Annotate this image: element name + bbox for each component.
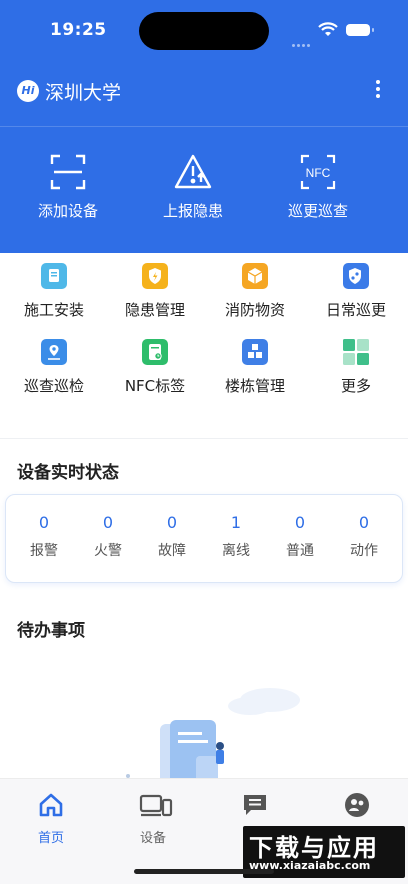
hazard-shield-icon bbox=[142, 263, 168, 289]
patrol-shield-icon bbox=[343, 263, 369, 289]
report-hazard-button[interactable]: 上报隐患 bbox=[133, 148, 253, 221]
tab-devices[interactable]: 设备 bbox=[102, 791, 204, 846]
function-grid: 施工安装 隐患管理 消防物资 日常巡更 巡查巡检 NFC标签 楼栋管理 更多 bbox=[0, 253, 408, 438]
building-cubes-icon bbox=[242, 339, 268, 365]
stat-fault[interactable]: 0 故障 bbox=[140, 513, 204, 560]
menu-item-inspection[interactable]: 巡查巡检 bbox=[3, 339, 105, 396]
menu-item-nfc-tag[interactable]: NFC标签 bbox=[104, 339, 206, 396]
menu-item-more[interactable]: 更多 bbox=[305, 339, 407, 396]
patrol-inspection-label: 巡更巡查 bbox=[287, 202, 348, 220]
wifi-icon bbox=[318, 22, 338, 42]
warning-upload-icon bbox=[173, 152, 213, 192]
menu-item-fire-supplies[interactable]: 消防物资 bbox=[204, 263, 306, 320]
stat-label: 故障 bbox=[158, 543, 186, 559]
message-icon bbox=[241, 791, 269, 819]
app-logo-badge: Hi bbox=[17, 80, 39, 102]
menu-label: 楼栋管理 bbox=[224, 377, 285, 395]
tab-profile[interactable] bbox=[306, 791, 408, 827]
scan-icon bbox=[48, 152, 88, 192]
stat-label: 火警 bbox=[94, 543, 122, 559]
home-indicator bbox=[134, 869, 274, 874]
menu-label: 日常巡更 bbox=[325, 301, 386, 319]
tab-messages[interactable] bbox=[204, 791, 306, 827]
tab-home[interactable]: 首页 bbox=[0, 791, 102, 846]
header-divider bbox=[0, 126, 408, 127]
nfc-icon-text: NFC bbox=[306, 166, 331, 180]
tab-label: 设备 bbox=[139, 831, 166, 846]
stat-value: 1 bbox=[230, 513, 242, 532]
stat-offline[interactable]: 1 离线 bbox=[204, 513, 268, 560]
devices-icon bbox=[139, 791, 173, 819]
home-icon bbox=[37, 791, 65, 819]
stat-label: 报警 bbox=[30, 543, 58, 559]
nfc-tag-icon bbox=[142, 339, 168, 365]
menu-label: NFC标签 bbox=[124, 377, 186, 395]
menu-label: 消防物资 bbox=[224, 301, 285, 319]
stat-fire[interactable]: 0 火警 bbox=[76, 513, 140, 560]
stat-action[interactable]: 0 动作 bbox=[332, 513, 396, 560]
add-device-label: 添加设备 bbox=[37, 202, 98, 220]
battery-icon bbox=[346, 24, 374, 36]
stat-value: 0 bbox=[166, 513, 178, 532]
route-map-icon bbox=[41, 339, 67, 365]
status-bar: 19:25 bbox=[0, 0, 408, 60]
menu-label: 更多 bbox=[340, 377, 371, 395]
more-grid-icon bbox=[343, 339, 369, 365]
menu-item-daily-patrol[interactable]: 日常巡更 bbox=[305, 263, 407, 320]
watermark-title: 下载与应用 bbox=[249, 834, 379, 862]
section-divider bbox=[0, 438, 408, 439]
report-hazard-label: 上报隐患 bbox=[162, 202, 223, 220]
stat-label: 动作 bbox=[350, 543, 378, 559]
menu-label: 隐患管理 bbox=[124, 301, 185, 319]
stat-alarm[interactable]: 0 报警 bbox=[12, 513, 76, 560]
add-device-button[interactable]: 添加设备 bbox=[8, 148, 128, 221]
tab-label: 首页 bbox=[37, 831, 64, 846]
menu-label: 巡查巡检 bbox=[23, 377, 84, 395]
empty-state-illustration bbox=[100, 680, 320, 790]
organization-name[interactable]: 深圳大学 bbox=[45, 78, 121, 105]
stat-value: 0 bbox=[38, 513, 50, 532]
construction-icon bbox=[41, 263, 67, 289]
menu-label: 施工安装 bbox=[23, 301, 84, 319]
menu-item-construction[interactable]: 施工安装 bbox=[3, 263, 105, 320]
stat-label: 普通 bbox=[286, 543, 314, 559]
patrol-inspection-button[interactable]: NFC 巡更巡查 bbox=[258, 148, 378, 221]
stat-label: 离线 bbox=[222, 543, 250, 559]
dynamic-island bbox=[139, 12, 269, 50]
user-icon bbox=[343, 791, 371, 819]
stat-normal[interactable]: 0 普通 bbox=[268, 513, 332, 560]
device-status-card: 0 报警 0 火警 0 故障 1 离线 0 普通 0 动作 bbox=[5, 494, 403, 583]
menu-item-hazard-management[interactable]: 隐患管理 bbox=[104, 263, 206, 320]
stat-value: 0 bbox=[102, 513, 114, 532]
quick-actions: 添加设备 上报隐患 NFC 巡更巡查 bbox=[0, 148, 408, 221]
supplies-box-icon bbox=[242, 263, 268, 289]
title-bar: Hi 深圳大学 bbox=[0, 74, 408, 108]
status-time: 19:25 bbox=[50, 20, 107, 40]
cellular-signal-icon bbox=[292, 32, 312, 51]
device-status-title: 设备实时状态 bbox=[17, 463, 119, 483]
stat-value: 0 bbox=[358, 513, 370, 532]
stat-value: 0 bbox=[294, 513, 306, 532]
todo-title: 待办事项 bbox=[17, 621, 85, 641]
more-options-icon[interactable] bbox=[374, 80, 382, 102]
menu-item-building-management[interactable]: 楼栋管理 bbox=[204, 339, 306, 396]
nfc-icon: NFC bbox=[298, 152, 338, 192]
